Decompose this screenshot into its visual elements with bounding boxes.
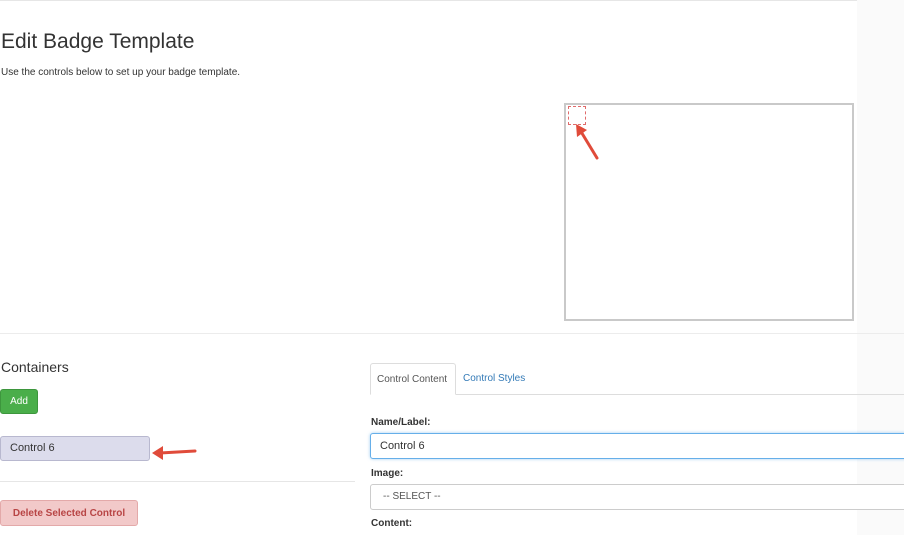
name-label: Name/Label:	[371, 417, 431, 428]
tab-control-styles[interactable]: Control Styles	[457, 363, 534, 395]
list-item-control[interactable]: Control 6	[0, 436, 150, 461]
tab-control-content[interactable]: Control Content	[370, 363, 456, 395]
top-border	[0, 0, 904, 1]
list-divider	[0, 481, 355, 482]
canvas-control-box[interactable]	[568, 106, 586, 125]
page-title: Edit Badge Template	[1, 30, 195, 53]
badge-canvas[interactable]	[564, 103, 854, 321]
name-input[interactable]	[370, 433, 904, 459]
content-label: Content:	[371, 518, 413, 529]
containers-heading: Containers	[1, 359, 69, 375]
image-label: Image:	[371, 468, 404, 479]
image-select[interactable]: -- SELECT --	[370, 484, 904, 510]
annotation-arrow-icon	[152, 446, 197, 460]
delete-selected-control-button[interactable]: Delete Selected Control	[0, 500, 138, 526]
page-subtitle: Use the controls below to set up your ba…	[1, 67, 241, 78]
add-control-button[interactable]: Add	[0, 389, 38, 414]
section-divider	[0, 333, 904, 334]
